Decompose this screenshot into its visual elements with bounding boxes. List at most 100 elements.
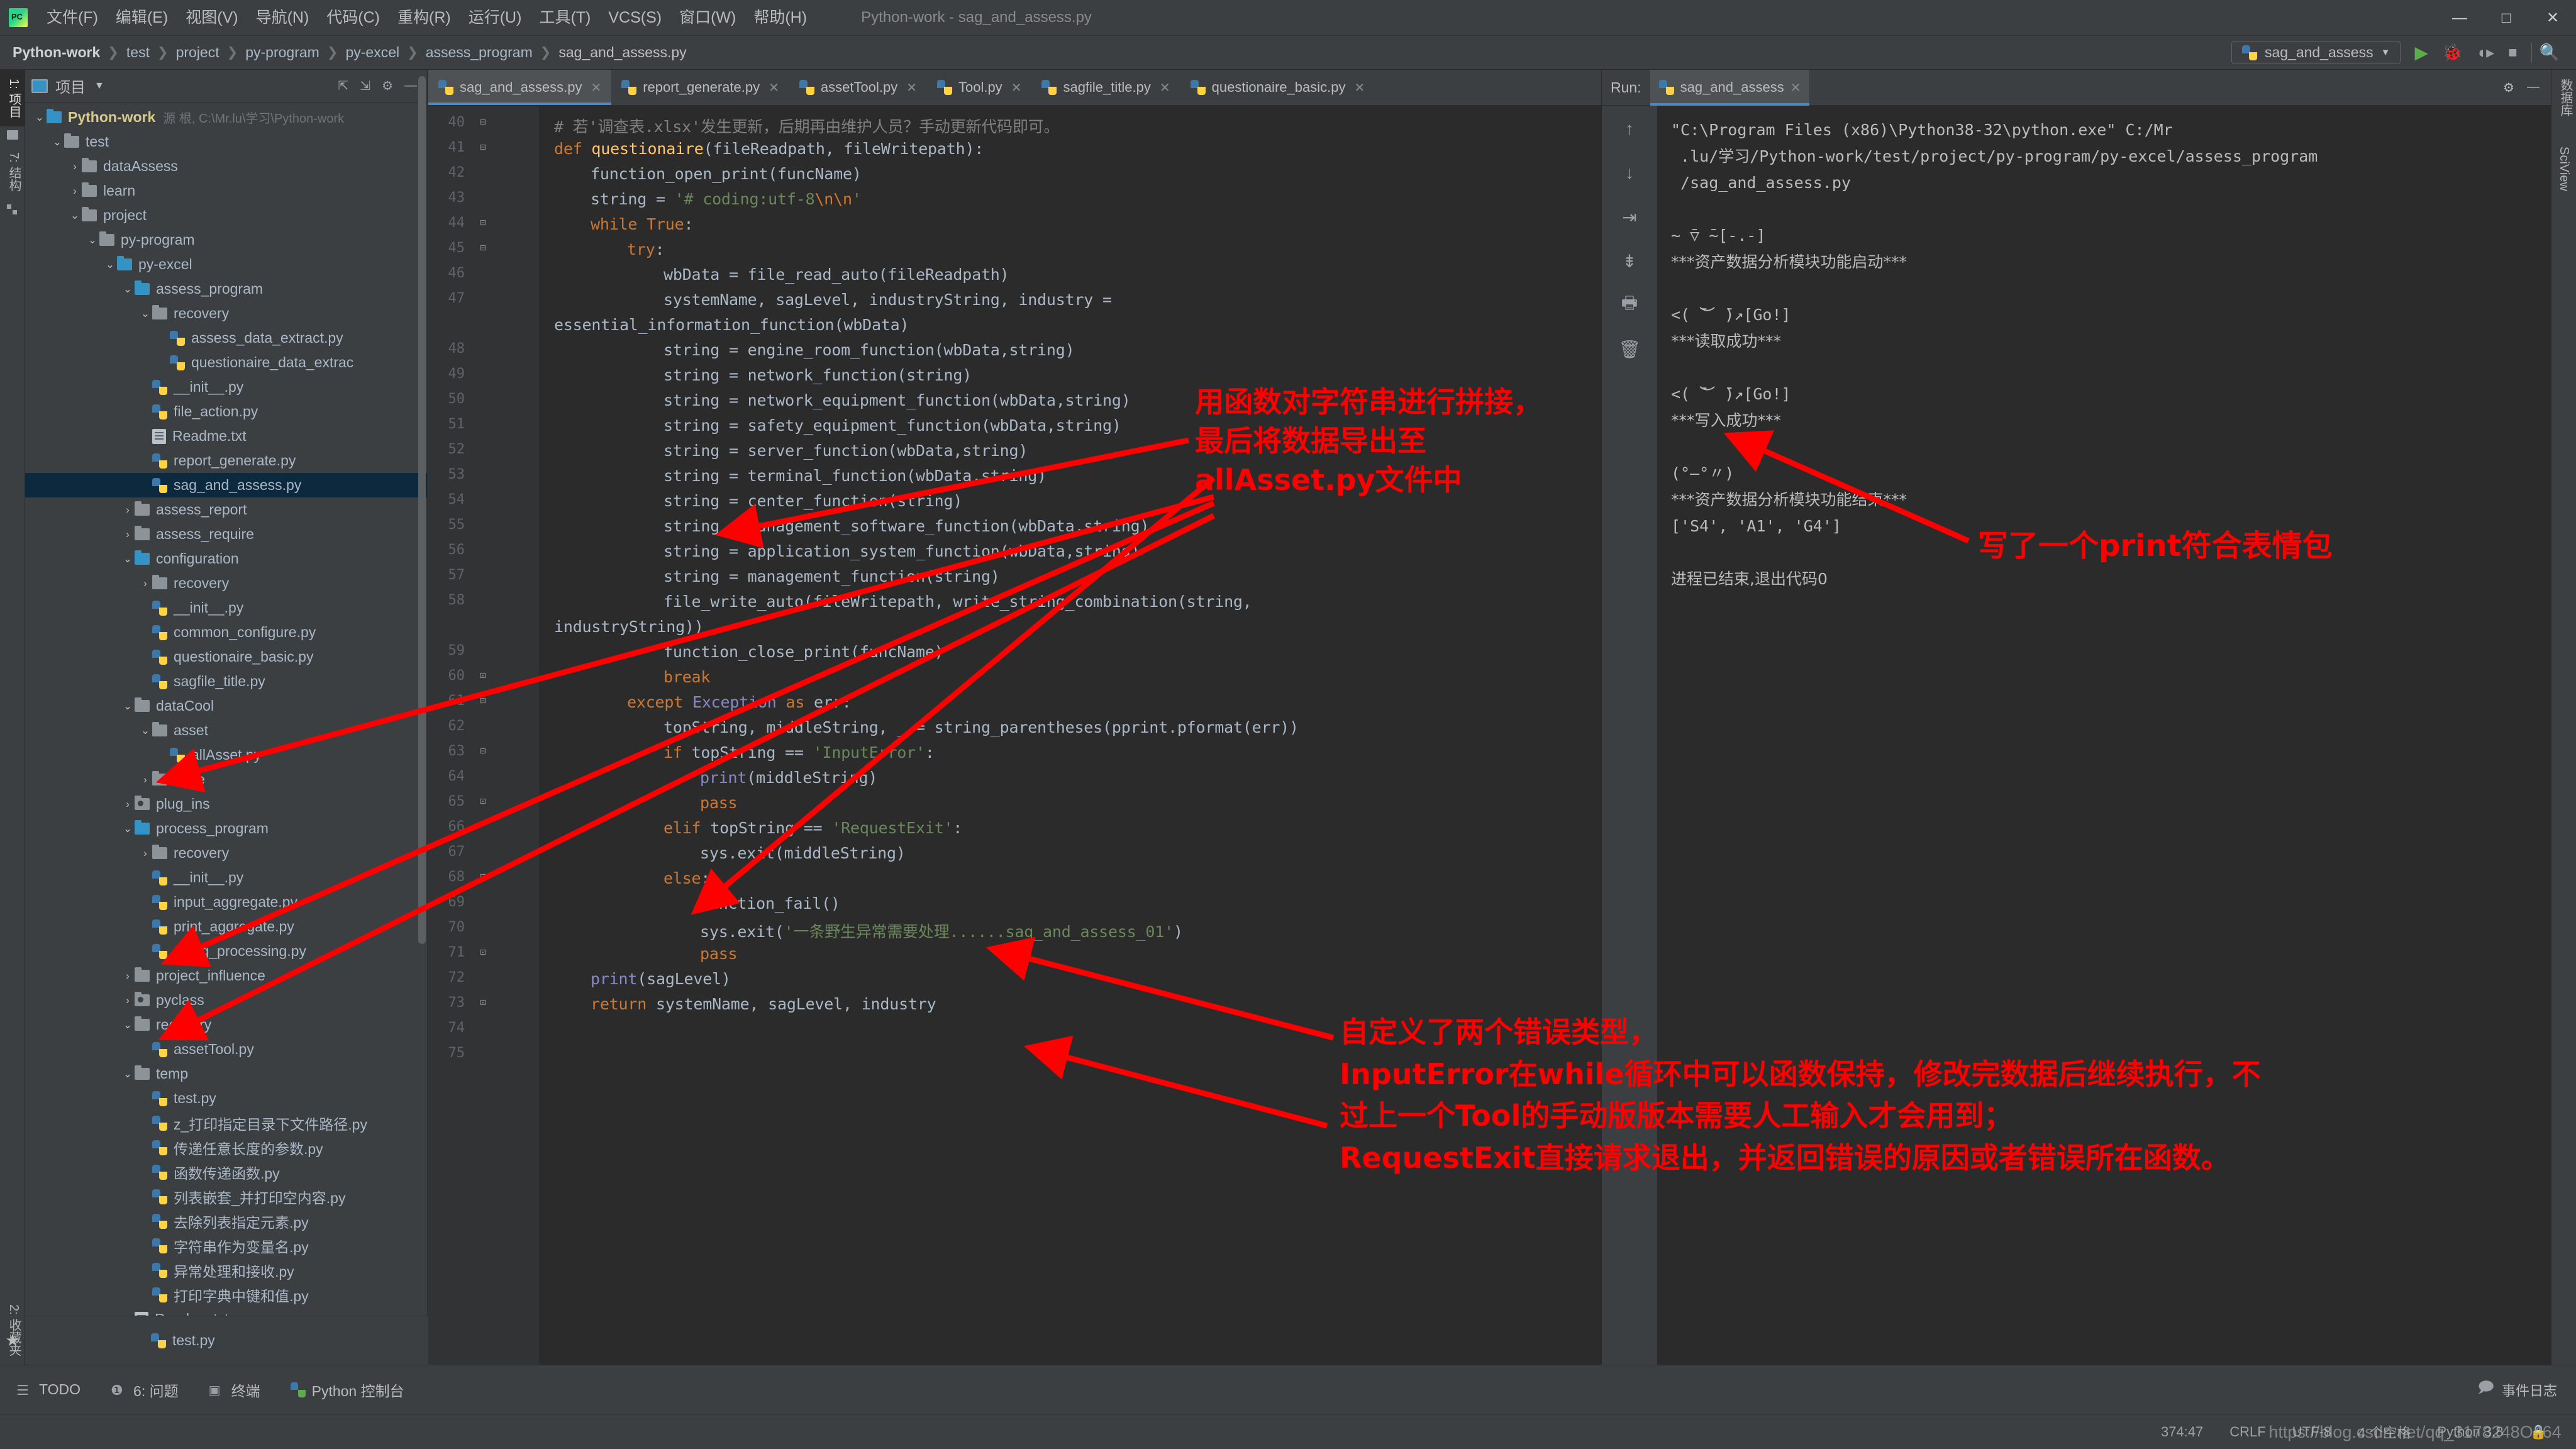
- chevron-right-icon[interactable]: ›: [138, 577, 152, 590]
- code-line[interactable]: except Exception as err:: [627, 693, 852, 711]
- scroll-to-end-icon[interactable]: ⇟: [1615, 247, 1644, 275]
- menu-refactor[interactable]: 重构(R): [389, 0, 460, 36]
- code-line[interactable]: else:: [663, 869, 710, 887]
- code-fold-toggle[interactable]: ⊟: [476, 242, 490, 253]
- tree-row[interactable]: ⌄ py-excel: [25, 252, 427, 277]
- chevron-right-icon[interactable]: ›: [121, 994, 135, 1007]
- tree-row[interactable]: › project_influence: [25, 963, 427, 988]
- code-line[interactable]: elif topString == 'RequestExit':: [663, 819, 962, 837]
- up-arrow-icon[interactable]: ↑: [1615, 114, 1644, 143]
- chevron-down-icon[interactable]: ⌄: [121, 283, 135, 296]
- debug-icon[interactable]: 🐞: [2442, 43, 2462, 62]
- menu-edit[interactable]: 编辑(E): [107, 0, 177, 36]
- code-fold-toggle[interactable]: ⊟: [476, 216, 490, 228]
- chevron-down-icon[interactable]: ⌄: [121, 1068, 135, 1080]
- code-line[interactable]: try:: [627, 240, 665, 258]
- code-line[interactable]: string = network_function(string): [663, 366, 972, 384]
- tree-row[interactable]: 异常处理和接收.py: [25, 1258, 427, 1282]
- minimize-icon[interactable]: —: [2436, 0, 2483, 36]
- tree-row[interactable]: __init__.py: [25, 375, 427, 399]
- code-line[interactable]: string = management_function(string): [663, 567, 1000, 586]
- close-icon[interactable]: ✕: [2529, 0, 2576, 36]
- tree-row[interactable]: › base: [25, 767, 427, 792]
- chevron-down-icon[interactable]: ▼: [94, 80, 104, 92]
- run-tab-sag-and-assess[interactable]: sag_and_assess ✕: [1650, 69, 1810, 106]
- code-line[interactable]: essential_information_function(wbData): [554, 316, 909, 334]
- code-line[interactable]: topString, middleString, _ = string_pare…: [663, 718, 1299, 736]
- code-line[interactable]: string = server_function(wbData,string): [663, 441, 1028, 460]
- code-line[interactable]: function_fail(): [700, 894, 840, 913]
- project-file-tree[interactable]: ⌄ Python-work 源 根, C:\Mr.lu\学习\Python-work…: [25, 103, 427, 1365]
- chevron-right-icon[interactable]: ›: [138, 774, 152, 786]
- breadcrumb-item-0[interactable]: Python-work: [13, 44, 100, 61]
- breadcrumb-item-2[interactable]: project: [176, 44, 219, 61]
- code-line[interactable]: def questionaire(fileReadpath, fileWrite…: [554, 140, 984, 158]
- chevron-down-icon[interactable]: ⌄: [50, 136, 64, 148]
- code-fold-toggle[interactable]: ⊡: [476, 669, 490, 681]
- search-icon[interactable]: 🔍: [2531, 43, 2560, 62]
- tree-row[interactable]: ⌄ process_program: [25, 816, 427, 841]
- tree-row[interactable]: assess_data_extract.py: [25, 326, 427, 350]
- tree-row[interactable]: test.py: [25, 1086, 427, 1111]
- tree-row[interactable]: Readme.txt: [25, 424, 427, 448]
- breadcrumb-item-1[interactable]: test: [126, 44, 150, 61]
- favorites-star-icon[interactable]: ★: [0, 1316, 25, 1365]
- code-fold-toggle[interactable]: ⊡: [476, 946, 490, 958]
- tree-row[interactable]: allAsset.py: [25, 743, 427, 767]
- close-icon[interactable]: ✕: [591, 80, 601, 96]
- tree-row[interactable]: ⌄ recovery: [25, 1013, 427, 1037]
- code-line[interactable]: string = management_software_function(wb…: [663, 517, 1149, 535]
- chevron-down-icon[interactable]: ⌄: [86, 234, 99, 247]
- settings-gear-icon[interactable]: ⚙: [382, 78, 393, 94]
- code-line[interactable]: industryString)): [554, 618, 704, 636]
- chevron-down-icon[interactable]: ⌄: [121, 700, 135, 713]
- tree-row[interactable]: __init__.py: [25, 865, 427, 890]
- code-fold-toggle[interactable]: ⊟: [476, 745, 490, 757]
- close-icon[interactable]: ✕: [1160, 80, 1170, 96]
- tree-row[interactable]: ⌄ temp: [25, 1062, 427, 1086]
- chevron-right-icon[interactable]: ›: [138, 847, 152, 860]
- code-line[interactable]: while True:: [591, 215, 694, 233]
- code-line[interactable]: return systemName, sagLevel, industry: [591, 995, 936, 1013]
- tree-row[interactable]: string_processing.py: [25, 939, 427, 963]
- tree-row[interactable]: › dataAssess: [25, 154, 427, 179]
- tree-row[interactable]: › plug_ins: [25, 792, 427, 816]
- editor-gutter[interactable]: 40 ⊟ 41 ⊟ 42 43 44 ⊟ 45 ⊟ 46 47 48 49 50 51 52 53 54 55 56 57…: [428, 106, 539, 1365]
- stop-icon[interactable]: ■: [2508, 44, 2518, 62]
- tree-row[interactable]: __init__.py: [25, 596, 427, 620]
- tree-row[interactable]: ⌄ assess_program: [25, 277, 427, 301]
- tree-row[interactable]: 去除列表指定元素.py: [25, 1209, 427, 1233]
- code-line[interactable]: string = terminal_function(wbData,string…: [663, 467, 1046, 485]
- coverage-icon[interactable]: ◖▸: [2476, 43, 2494, 62]
- chevron-down-icon[interactable]: ▼: [2381, 47, 2390, 58]
- tree-row[interactable]: 字符串作为变量名.py: [25, 1233, 427, 1258]
- tree-row[interactable]: 列表嵌套_并打印空内容.py: [25, 1184, 427, 1209]
- menu-tools[interactable]: 工具(T): [530, 0, 599, 36]
- close-icon[interactable]: ✕: [1354, 80, 1365, 96]
- editor-tab[interactable]: Tool.py ✕: [927, 70, 1031, 105]
- chevron-down-icon[interactable]: ⌄: [138, 308, 152, 320]
- run-configuration-selector[interactable]: sag_and_assess ▼: [2231, 41, 2401, 64]
- chevron-right-icon[interactable]: ›: [121, 798, 135, 811]
- rail-tab-project[interactable]: 1: 项目: [0, 70, 28, 127]
- tree-row[interactable]: questionaire_basic.py: [25, 645, 427, 669]
- editor-tab[interactable]: assetTool.py ✕: [789, 70, 927, 105]
- chevron-right-icon[interactable]: ›: [68, 160, 82, 173]
- tree-row[interactable]: report_generate.py: [25, 448, 427, 473]
- chevron-down-icon[interactable]: ⌄: [68, 209, 82, 222]
- bottom-tab-python-console[interactable]: Python 控制台: [290, 1379, 404, 1401]
- maximize-icon[interactable]: □: [2483, 0, 2529, 36]
- tree-row[interactable]: › assess_report: [25, 497, 427, 522]
- tree-row[interactable]: sagfile_title.py: [25, 669, 427, 694]
- project-tree-scrollbar[interactable]: [418, 76, 426, 944]
- tree-row[interactable]: › learn: [25, 179, 427, 203]
- code-line[interactable]: string = engine_room_function(wbData,str…: [663, 341, 1075, 359]
- editor-tab[interactable]: sag_and_assess.py ✕: [428, 70, 612, 105]
- editor-tab[interactable]: questionaire_basic.py ✕: [1180, 70, 1375, 105]
- tree-row[interactable]: ⌄ asset: [25, 718, 427, 743]
- code-fold-toggle[interactable]: ⊟: [476, 116, 490, 128]
- chevron-down-icon[interactable]: ⌄: [138, 724, 152, 737]
- settings-gear-icon[interactable]: ⚙: [2503, 80, 2514, 96]
- menu-navigate[interactable]: 导航(N): [247, 0, 318, 36]
- code-line[interactable]: function_close_print(funcName): [663, 643, 944, 661]
